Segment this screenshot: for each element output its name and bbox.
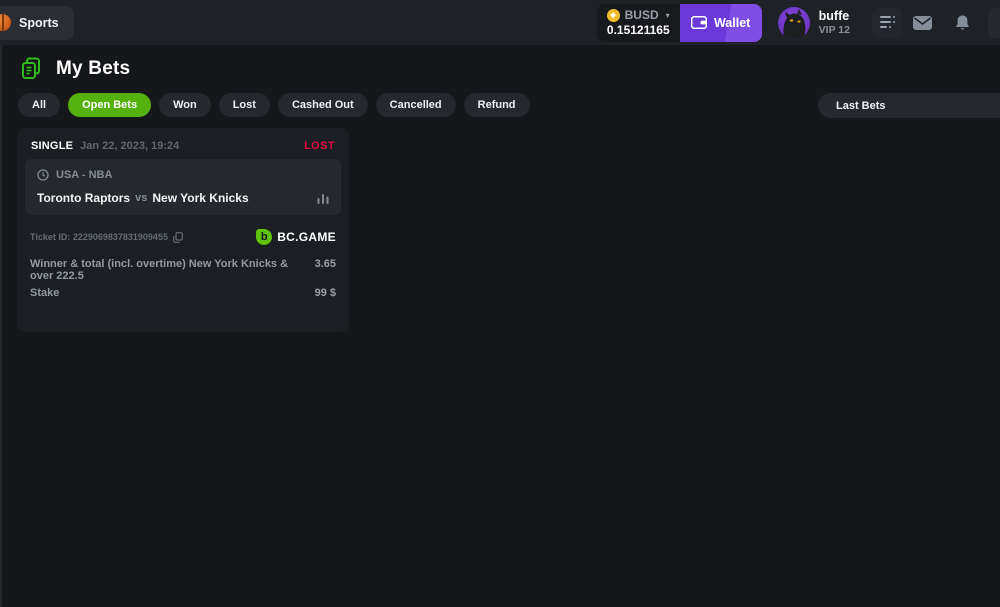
busd-coin-icon: ◆ xyxy=(607,9,620,22)
topbar-right-cluster: ◆ BUSD ▾ 0.15121165 Wallet xyxy=(597,4,1000,42)
currency-selector[interactable]: ◆ BUSD ▾ 0.15121165 xyxy=(597,4,680,42)
bet-status-badge: LOST xyxy=(304,140,335,152)
teams-row: Toronto Raptors vs New York Knicks xyxy=(37,191,329,205)
league-label: USA - NBA xyxy=(56,169,112,181)
my-bets-icon xyxy=(20,57,43,80)
bell-icon xyxy=(955,15,970,31)
filter-cancelled[interactable]: Cancelled xyxy=(376,93,456,117)
brand-logo: b BC.GAME xyxy=(256,229,336,245)
top-bar: Sports ◆ BUSD ▾ 0.15121165 Wallet xyxy=(0,0,1000,45)
statistics-button[interactable] xyxy=(317,192,329,204)
stake-value: 99 $ xyxy=(307,287,336,299)
page-header: My Bets xyxy=(0,45,1000,80)
selection-row: Winner & total (incl. overtime) New York… xyxy=(30,258,336,282)
wallet-button[interactable]: Wallet xyxy=(680,4,762,42)
stake-row: Stake 99 $ xyxy=(30,287,336,299)
notifications-button[interactable] xyxy=(942,15,982,31)
bet-slip-icon xyxy=(880,16,895,29)
stake-label: Stake xyxy=(30,287,59,299)
vip-level: VIP 12 xyxy=(819,24,850,36)
bet-date: Jan 22, 2023, 19:24 xyxy=(80,140,179,152)
sports-tab-label: Sports xyxy=(19,16,59,30)
bet-type: SINGLE xyxy=(31,140,73,152)
filter-won[interactable]: Won xyxy=(159,93,211,117)
mail-icon xyxy=(913,16,932,30)
vs-label: vs xyxy=(135,192,147,204)
chat-button-partial[interactable] xyxy=(988,8,1000,38)
filter-all[interactable]: All xyxy=(18,93,60,117)
currency-code: BUSD xyxy=(625,8,659,22)
wallet-button-label: Wallet xyxy=(714,16,750,30)
last-bets-select[interactable]: Last Bets xyxy=(818,93,1000,118)
filter-open-bets[interactable]: Open Bets xyxy=(68,93,151,117)
my-bets-page: My Bets All Open Bets Won Lost Cashed Ou… xyxy=(0,45,1000,332)
page-title: My Bets xyxy=(56,58,130,80)
user-menu[interactable]: buffe VIP 12 xyxy=(778,7,850,39)
league-row: USA - NBA xyxy=(37,169,329,181)
currency-balance: 0.15121165 xyxy=(607,23,670,37)
filter-refund[interactable]: Refund xyxy=(464,93,530,117)
copy-icon xyxy=(173,232,183,243)
messages-button[interactable] xyxy=(902,16,942,30)
topbar-icon-buttons xyxy=(872,8,1000,38)
copy-ticket-id-button[interactable] xyxy=(173,232,183,243)
selection-odds: 3.65 xyxy=(307,258,336,282)
bet-details: Winner & total (incl. overtime) New York… xyxy=(25,258,341,299)
selection-label: Winner & total (incl. overtime) New York… xyxy=(30,258,307,282)
brand-name: BC.GAME xyxy=(277,230,336,244)
bet-card: SINGLE Jan 22, 2023, 19:24 LOST USA - NB… xyxy=(17,128,349,332)
bet-card-header: SINGLE Jan 22, 2023, 19:24 LOST xyxy=(25,136,341,159)
last-bets-label: Last Bets xyxy=(836,100,886,112)
avatar xyxy=(778,7,810,39)
clock-icon xyxy=(37,169,49,181)
match-box: USA - NBA Toronto Raptors vs New York Kn… xyxy=(25,159,341,215)
username: buffe xyxy=(819,9,850,23)
wallet-icon xyxy=(691,16,707,29)
bar-chart-icon xyxy=(317,192,329,204)
filter-bar: All Open Bets Won Lost Cashed Out Cancel… xyxy=(0,80,1000,117)
bcgame-badge-icon: b xyxy=(256,229,272,245)
basketball-icon xyxy=(0,14,11,31)
sports-tab[interactable]: Sports xyxy=(0,6,74,40)
bet-slip-button[interactable] xyxy=(872,8,902,38)
avatar-monster-image xyxy=(778,7,810,39)
filter-lost[interactable]: Lost xyxy=(219,93,270,117)
chevron-down-icon: ▾ xyxy=(666,11,670,20)
ticket-id: Ticket ID: 2229069837831909455 xyxy=(30,232,168,242)
away-team: New York Knicks xyxy=(152,191,248,205)
left-edge-strip xyxy=(0,45,2,607)
filter-cashed-out[interactable]: Cashed Out xyxy=(278,93,368,117)
ticket-row: Ticket ID: 2229069837831909455 b BC.GAME xyxy=(25,229,341,245)
home-team: Toronto Raptors xyxy=(37,191,130,205)
